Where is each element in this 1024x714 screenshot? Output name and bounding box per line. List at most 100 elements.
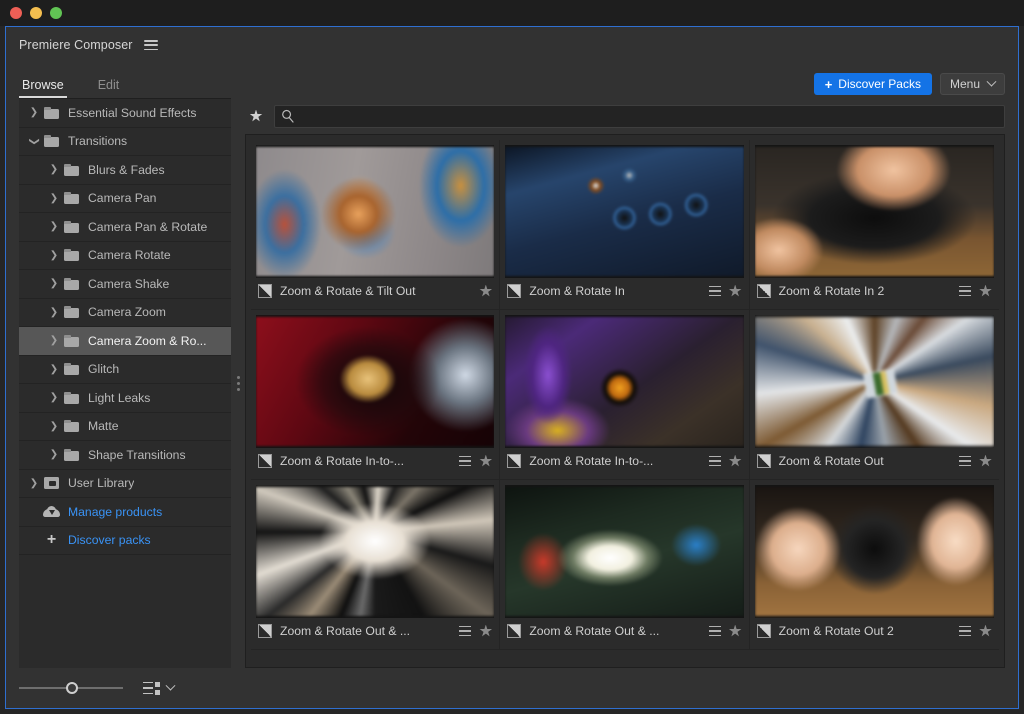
folder-tree-sidebar[interactable]: ❯ Essential Sound Effects ❯ Transitions ❯ Blu… [19, 98, 231, 668]
cloud-download-icon [43, 505, 60, 518]
chevron-down-icon [986, 76, 997, 87]
sidebar-item-label: Camera Shake [88, 276, 170, 291]
chevron-down-icon [165, 680, 176, 691]
thumbnail-size-slider[interactable] [19, 681, 123, 695]
discover-packs-label: Discover Packs [838, 77, 921, 91]
menu-button[interactable]: Menu [939, 73, 1005, 95]
chevron-down-icon[interactable]: ❯ [29, 134, 40, 148]
sidebar-item-camera-zoom-ro[interactable]: ❯ Camera Zoom & Ro... [19, 327, 231, 356]
grid-item[interactable]: Zoom & Rotate In [500, 140, 750, 310]
discover-packs-button[interactable]: + Discover Packs [813, 73, 932, 95]
favorite-star-icon[interactable] [728, 624, 742, 637]
items-grid: Zoom & Rotate & Tilt Out Zoom & Rotate In… [246, 135, 1004, 650]
slider-knob[interactable] [65, 682, 78, 694]
chevron-right-icon[interactable]: ❯ [27, 478, 41, 489]
favorite-star-icon[interactable] [479, 284, 493, 297]
sidebar-item-label: Manage products [68, 504, 163, 519]
sidebar-item-label: Camera Rotate [88, 248, 171, 263]
item-label: Zoom & Rotate In-to-... [529, 454, 654, 468]
chevron-right-icon[interactable]: ❯ [47, 307, 61, 318]
sidebar-item-camera-zoom[interactable]: ❯ Camera Zoom [19, 299, 231, 327]
chevron-right-icon[interactable]: ❯ [47, 449, 61, 460]
sidebar-item-essential-sound-effects[interactable]: ❯ Essential Sound Effects [19, 99, 231, 128]
chevron-right-icon[interactable]: ❯ [47, 392, 61, 403]
chevron-right-icon[interactable]: ❯ [47, 221, 61, 232]
item-options-icon[interactable] [708, 626, 721, 636]
sidebar-item-shape-transitions[interactable]: ❯ Shape Transitions [19, 441, 231, 470]
favorite-star-icon[interactable] [979, 284, 992, 297]
sidebar-item-transitions[interactable]: ❯ Transitions [19, 128, 231, 156]
view-mode-button[interactable] [143, 680, 176, 695]
chevron-right-icon[interactable]: ❯ [47, 193, 61, 204]
grid-item[interactable]: Zoom & Rotate In 2 [749, 140, 999, 310]
chevron-right-icon[interactable]: ❯ [47, 364, 61, 375]
grid-item[interactable]: Zoom & Rotate In-to-... [500, 310, 750, 480]
item-caption: Zoom & Rotate & Tilt Out [256, 278, 494, 304]
item-options-icon[interactable] [958, 626, 971, 636]
favorite-star-icon[interactable] [979, 624, 992, 637]
tab-browse[interactable]: Browse [19, 78, 67, 98]
item-thumbnail[interactable] [754, 485, 994, 618]
favorite-star-icon[interactable] [479, 454, 493, 467]
sidebar-item-camera-pan[interactable]: ❯ Camera Pan [19, 185, 231, 213]
grid-item[interactable]: Zoom & Rotate Out 2 [749, 480, 999, 650]
sidebar-item-label: Camera Zoom & Ro... [88, 333, 207, 348]
items-grid-scroll[interactable]: Zoom & Rotate & Tilt Out Zoom & Rotate In… [245, 134, 1005, 668]
grid-item[interactable]: Zoom & Rotate Out & ... [500, 480, 750, 650]
sidebar-item-camera-rotate[interactable]: ❯ Camera Rotate [19, 242, 231, 270]
sidebar-item-label: User Library [68, 476, 135, 491]
sidebar-item-camera-pan-rotate[interactable]: ❯ Camera Pan & Rotate [19, 213, 231, 242]
zoom-window-button[interactable] [50, 7, 62, 19]
pane-resize-handle[interactable] [231, 98, 245, 668]
sidebar-item-label: Camera Pan & Rotate [88, 219, 208, 234]
grid-item[interactable]: Zoom & Rotate Out [749, 310, 999, 480]
favorite-star-icon[interactable] [728, 454, 742, 467]
panel-title: Premiere Composer [19, 38, 133, 52]
sidebar-item-label: Discover packs [68, 533, 151, 548]
item-thumbnail[interactable] [505, 145, 744, 278]
chevron-right-icon[interactable]: ❯ [47, 278, 61, 289]
item-options-icon[interactable] [459, 626, 472, 636]
chevron-right-icon[interactable]: ❯ [27, 107, 41, 118]
item-thumbnail[interactable] [256, 485, 495, 618]
chevron-right-icon[interactable]: ❯ [47, 164, 61, 175]
item-options-icon[interactable] [958, 286, 971, 296]
favorites-filter-button[interactable] [245, 105, 267, 127]
item-options-icon[interactable] [958, 456, 971, 466]
favorite-star-icon[interactable] [728, 284, 742, 297]
close-window-button[interactable] [10, 7, 22, 19]
chevron-right-icon[interactable]: ❯ [47, 421, 61, 432]
item-options-icon[interactable] [459, 456, 472, 466]
item-thumbnail[interactable] [505, 315, 744, 448]
sidebar-item-blurs-fades[interactable]: ❯ Blurs & Fades [19, 156, 231, 185]
favorite-star-icon[interactable] [479, 624, 493, 637]
sidebar-item-camera-shake[interactable]: ❯ Camera Shake [19, 270, 231, 299]
item-thumbnail[interactable] [256, 145, 495, 278]
minimize-window-button[interactable] [30, 7, 42, 19]
sidebar-item-discover-packs[interactable]: + Discover packs [19, 527, 231, 555]
sidebar-item-label: Transitions [68, 134, 128, 149]
sidebar-item-manage-products[interactable]: Manage products [19, 498, 231, 527]
item-thumbnail[interactable] [505, 485, 744, 618]
item-thumbnail[interactable] [256, 315, 495, 448]
grid-item[interactable]: Zoom & Rotate Out & ... [251, 480, 501, 650]
sidebar-item-user-library[interactable]: ❯ User Library [19, 470, 231, 498]
chevron-right-icon[interactable]: ❯ [47, 250, 61, 261]
item-options-icon[interactable] [708, 456, 721, 466]
item-label: Zoom & Rotate In 2 [778, 284, 885, 298]
tab-bar: Browse Edit + Discover Packs Menu [6, 63, 1018, 98]
grid-item[interactable]: Zoom & Rotate In-to-... [251, 310, 501, 480]
chevron-right-icon[interactable]: ❯ [47, 335, 61, 346]
transition-type-icon [756, 284, 771, 298]
grid-item[interactable]: Zoom & Rotate & Tilt Out [251, 140, 501, 310]
item-thumbnail[interactable] [754, 315, 994, 448]
panel-menu-icon[interactable] [143, 39, 158, 51]
item-options-icon[interactable] [708, 286, 721, 296]
sidebar-item-light-leaks[interactable]: ❯ Light Leaks [19, 384, 231, 413]
sidebar-item-glitch[interactable]: ❯ Glitch [19, 356, 231, 384]
sidebar-item-matte[interactable]: ❯ Matte [19, 413, 231, 441]
item-thumbnail[interactable] [754, 145, 994, 278]
favorite-star-icon[interactable] [979, 454, 992, 467]
tab-edit[interactable]: Edit [95, 78, 123, 98]
search-input[interactable] [274, 104, 1005, 128]
